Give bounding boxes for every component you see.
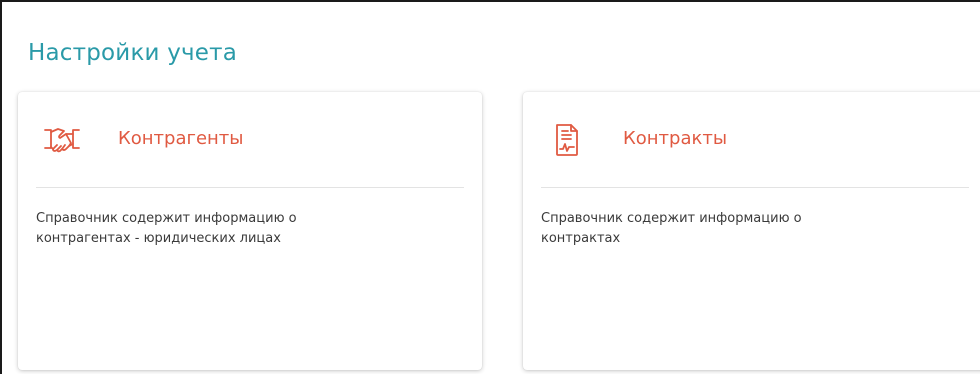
card-counterparties[interactable]: Контрагенты Справочник содержит информац… xyxy=(18,92,482,370)
card-description: Справочник содержит информацию о контраг… xyxy=(36,211,297,246)
card-contracts[interactable]: Контракты Справочник содержит информацию… xyxy=(523,92,980,370)
card-title: Контрагенты xyxy=(118,128,244,149)
card-divider xyxy=(541,187,969,188)
contract-document-icon xyxy=(547,120,587,160)
card-description: Справочник содержит информацию о контрак… xyxy=(541,211,802,246)
content-frame: Настройки учета Контрагенты Справочник с… xyxy=(0,0,980,374)
card-divider xyxy=(36,187,464,188)
page-title: Настройки учета xyxy=(28,40,238,66)
handshake-icon xyxy=(42,120,82,160)
card-title: Контракты xyxy=(623,128,728,149)
